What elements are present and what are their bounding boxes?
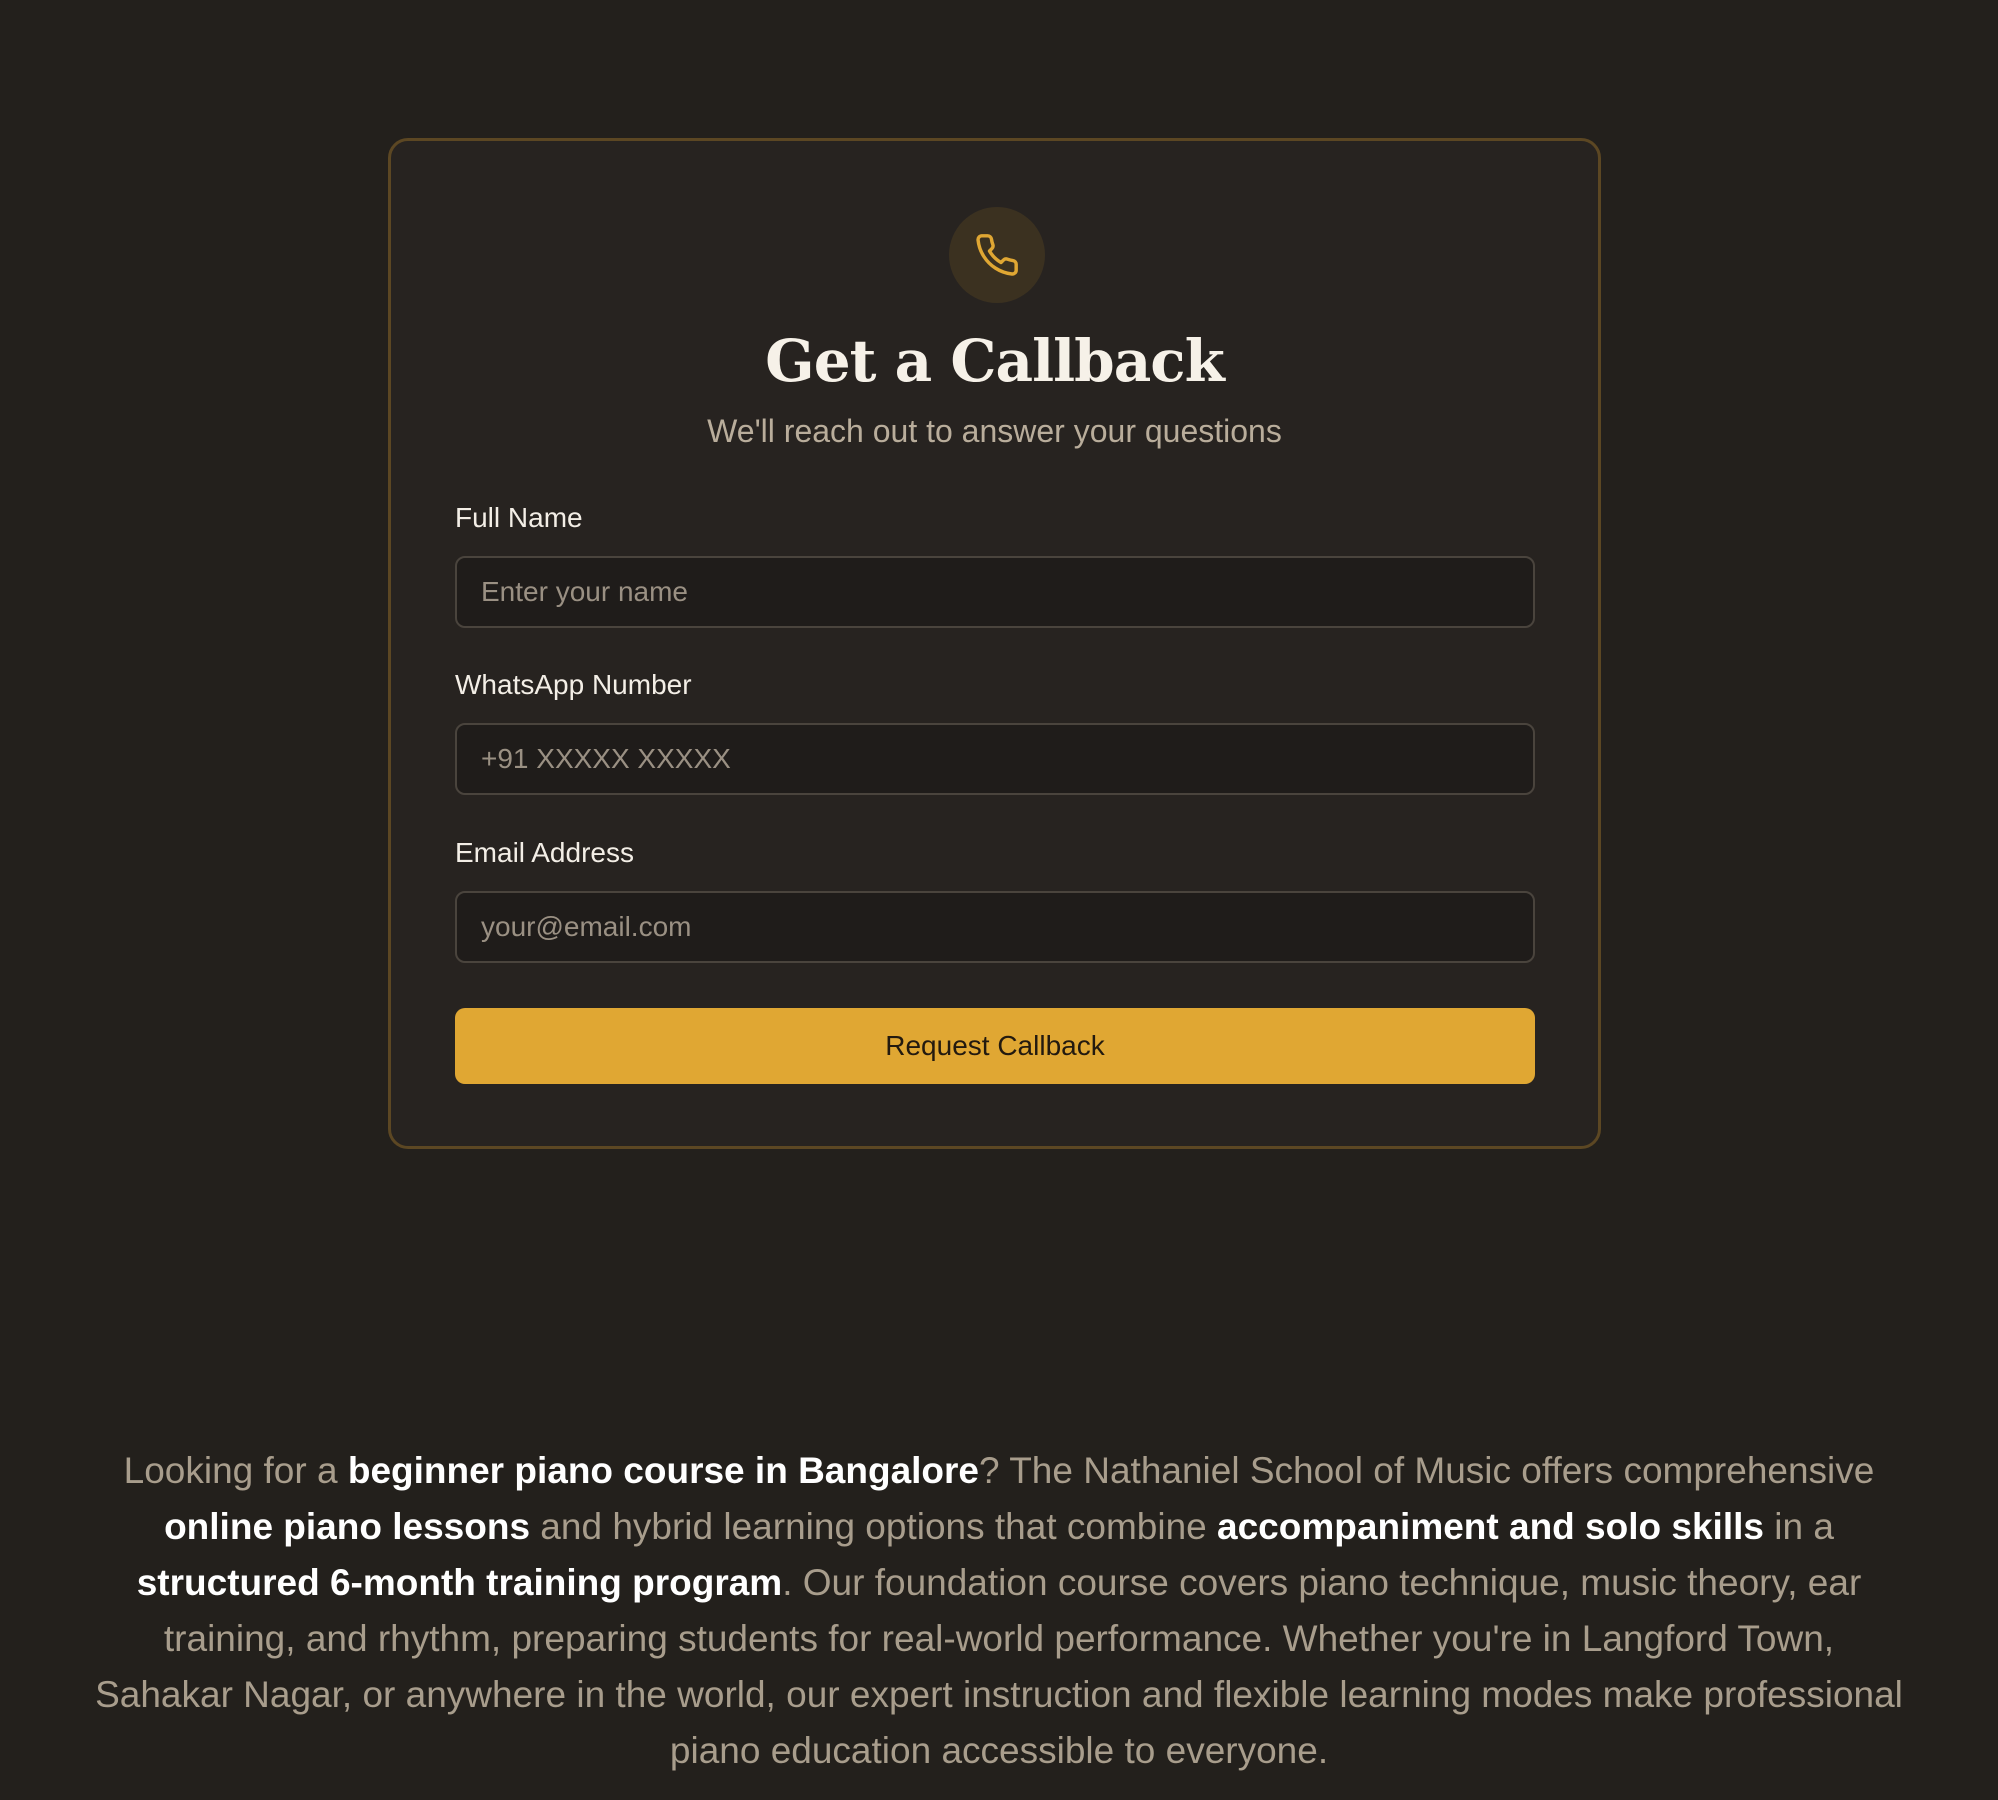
phone-icon-badge: [949, 207, 1045, 303]
seo-text-segment: Looking for a: [123, 1450, 348, 1491]
seo-text-segment: ? The Nathaniel School of Music offers c…: [979, 1450, 1875, 1491]
email-address-input[interactable]: [455, 891, 1535, 963]
seo-keyword-training-program: structured 6-month training program: [136, 1562, 783, 1603]
full-name-input[interactable]: [455, 556, 1535, 628]
whatsapp-number-label: WhatsApp Number: [455, 669, 692, 700]
seo-text-segment: and hybrid learning options that combine: [530, 1506, 1218, 1547]
seo-keyword-accompaniment-solo: accompaniment and solo skills: [1217, 1506, 1764, 1547]
callback-subtitle: We'll reach out to answer your questions: [707, 413, 1282, 449]
request-callback-button[interactable]: Request Callback: [455, 1008, 1535, 1084]
seo-keyword-beginner-course: beginner piano course in Bangalore: [347, 1450, 980, 1491]
callback-title: Get a Callback: [765, 327, 1225, 395]
phone-icon: [976, 234, 1018, 276]
email-address-label: Email Address: [455, 837, 634, 868]
seo-paragraph: Looking for a beginner piano course in B…: [90, 1443, 1908, 1779]
seo-keyword-online-lessons: online piano lessons: [164, 1506, 531, 1547]
whatsapp-number-input[interactable]: [455, 723, 1535, 795]
full-name-label: Full Name: [455, 502, 583, 533]
seo-text-segment: in a: [1763, 1506, 1834, 1547]
callback-card: Get a Callback We'll reach out to answer…: [388, 138, 1601, 1149]
